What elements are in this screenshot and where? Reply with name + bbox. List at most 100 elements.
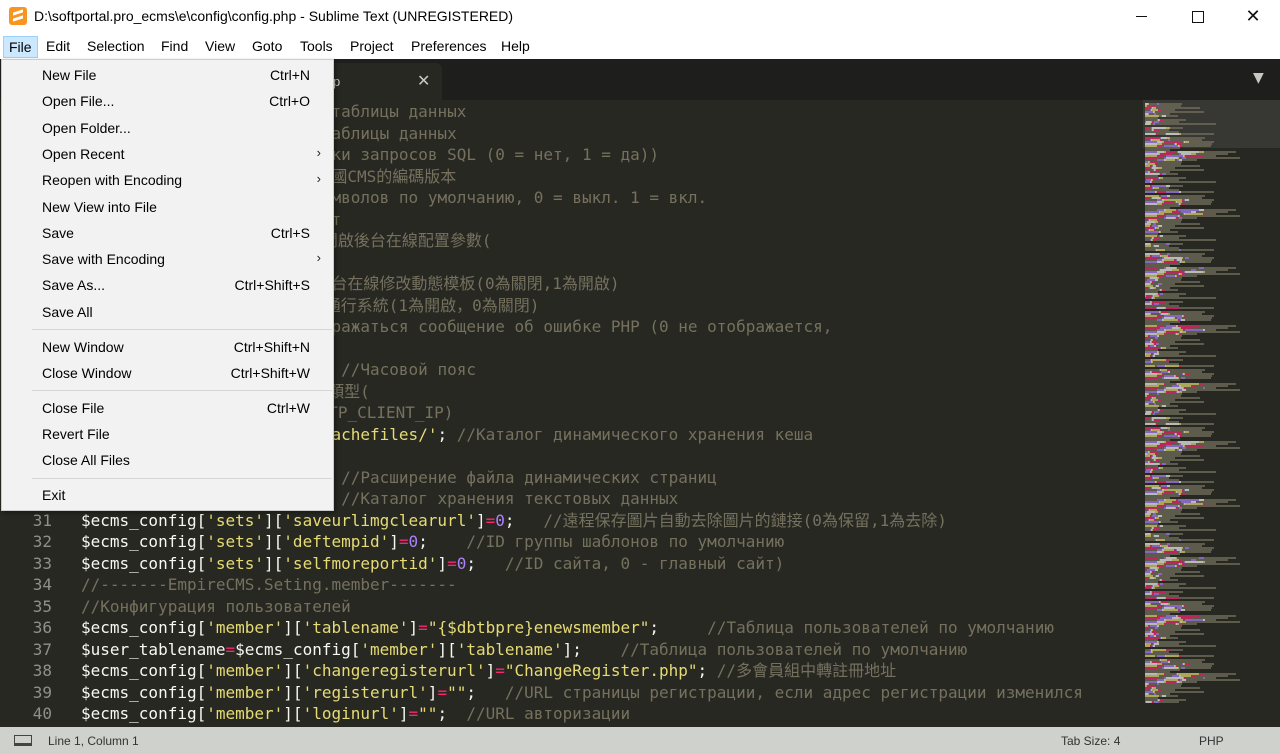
code-line[interactable]: 37 $user_tablename=$ecms_config['member']… <box>0 639 1143 660</box>
code-token: "" <box>447 682 467 702</box>
line-number: 36 <box>32 618 52 637</box>
code-token: $ecms_config[ <box>81 661 207 680</box>
minimap-stroke <box>1182 565 1197 567</box>
menu-view[interactable]: View <box>200 36 240 58</box>
line-number: 37 <box>32 639 52 659</box>
menu-item-label: Reopen with Encoding <box>42 172 183 189</box>
minimap-stroke <box>1166 115 1178 117</box>
code-line[interactable]: 40 $ecms_config['member']['loginurl']="";… <box>0 703 1143 724</box>
minimap-stroke <box>1155 471 1216 473</box>
minimap-stroke <box>1166 249 1179 251</box>
file-menu-item-new-window[interactable]: New Window Ctrl+Shift+N <box>2 334 333 360</box>
menu-separator <box>32 477 332 479</box>
minimap-stroke <box>1166 365 1179 367</box>
code-token: //-------EmpireCMS.Seting.member------- <box>81 575 457 594</box>
menu-selection[interactable]: Selection <box>82 36 150 58</box>
tab-close-icon[interactable]: ✕ <box>417 71 430 90</box>
tab-list-dropdown-icon[interactable]: ▼ <box>1253 70 1264 86</box>
minimize-button[interactable] <box>1118 0 1164 33</box>
menu-item-label: Open Recent <box>42 145 125 162</box>
menu-tools[interactable]: Tools <box>295 36 338 58</box>
minimap-stroke <box>1181 133 1214 135</box>
minimap-stroke <box>1166 405 1178 407</box>
code-token: $ecms_config[ <box>81 704 207 723</box>
minimap-stroke <box>1155 413 1216 415</box>
code-line[interactable]: 33 $ecms_config['sets']['selfmoreportid']… <box>0 553 1143 574</box>
minimap-stroke <box>1166 521 1178 523</box>
code-line[interactable]: 32 $ecms_config['sets']['deftempid']=0; /… <box>0 531 1143 552</box>
menu-file[interactable]: File <box>3 36 38 58</box>
menu-edit[interactable]: Edit <box>41 36 75 58</box>
cursor-position[interactable]: Line 1, Column 1 <box>48 734 139 748</box>
file-menu-item-new-view-into-file[interactable]: New View into File <box>2 194 333 220</box>
file-menu-item-close-window[interactable]: Close Window Ctrl+Shift+W <box>2 360 333 386</box>
minimap-stroke <box>1170 475 1183 477</box>
close-window-button[interactable]: ✕ <box>1230 0 1276 33</box>
menu-item-label: Save All <box>42 303 93 320</box>
minimap-stroke <box>1185 145 1211 147</box>
minimap-stroke <box>1181 655 1214 657</box>
minimap-stroke <box>1170 243 1183 245</box>
syntax-mode[interactable]: PHP <box>1199 734 1224 748</box>
minimap-stroke <box>1185 377 1211 379</box>
file-menu-item-save-as[interactable]: Save As... Ctrl+Shift+S <box>2 272 333 298</box>
minimap-stroke <box>1145 481 1155 483</box>
code-token: 'member' <box>206 661 284 680</box>
code-token: 0 <box>456 553 467 573</box>
minimap-stroke <box>1166 695 1178 697</box>
minimap-stroke <box>1166 637 1178 639</box>
minimap-stroke <box>1170 359 1183 361</box>
file-menu-item-open-file[interactable]: Open File... Ctrl+O <box>2 88 333 114</box>
code-line[interactable]: 38 $ecms_config['member']['changeregister… <box>0 660 1143 681</box>
code-token: = <box>437 682 448 702</box>
code-line[interactable]: 35 //Конфигурация пользователей <box>0 596 1143 617</box>
menu-goto[interactable]: Goto <box>247 36 287 58</box>
file-menu-item-save[interactable]: Save Ctrl+S <box>2 220 333 246</box>
code-line[interactable]: 34 //-------EmpireCMS.Seting.member------… <box>0 574 1143 595</box>
menu-help[interactable]: Help <box>496 36 535 58</box>
minimap-stroke <box>1157 597 1165 599</box>
code-line[interactable]: 36 $ecms_config['member']['tablename']="{… <box>0 617 1143 638</box>
minimap-stroke <box>1157 249 1165 251</box>
code-text: $ecms_config['member']['loginurl']=""; /… <box>81 703 630 724</box>
code-token: ; <box>437 424 457 444</box>
code-token: = <box>485 510 496 530</box>
code-token: 'changeregisterurl' <box>302 661 486 680</box>
tab-size[interactable]: Tab Size: 4 <box>1061 734 1120 748</box>
code-token: $ecms_config[ <box>81 682 207 702</box>
menu-item-label: Save with Encoding <box>42 251 165 268</box>
file-menu-dropdown: New File Ctrl+N Open File... Ctrl+O Open Fol… <box>1 59 334 511</box>
file-menu-item-open-folder[interactable]: Open Folder... <box>2 115 333 141</box>
code-token: ; <box>437 704 467 723</box>
file-menu-item-new-file[interactable]: New File Ctrl+N <box>2 62 333 88</box>
file-menu-item-exit[interactable]: Exit <box>2 482 333 508</box>
minimap[interactable] <box>1143 100 1280 727</box>
code-token: //多會員組中轉註冊地址 <box>716 661 897 680</box>
minimap-stroke <box>1145 539 1155 541</box>
maximize-button[interactable] <box>1175 0 1221 33</box>
file-menu-item-reopen-with-encoding[interactable]: Reopen with Encoding › <box>2 167 333 193</box>
file-menu-item-save-all[interactable]: Save All <box>2 299 333 325</box>
menu-separator <box>32 329 332 330</box>
code-line[interactable]: 31 $ecms_config['sets']['saveurlimgclearu… <box>0 510 1143 531</box>
minimap-stroke <box>1182 507 1197 509</box>
minimap-stroke <box>1185 609 1211 611</box>
menu-item-label: Open Folder... <box>42 119 131 136</box>
minimap-stroke <box>1166 307 1179 309</box>
file-menu-item-open-recent[interactable]: Open Recent › <box>2 141 333 167</box>
code-token: = <box>495 661 505 680</box>
line-number: 40 <box>32 704 52 723</box>
file-menu-item-revert-file[interactable]: Revert File <box>2 421 333 447</box>
menu-bar: File Edit Selection Find View Goto Tools… <box>0 33 1280 59</box>
code-line[interactable]: 39 $ecms_config['member']['registerurl']=… <box>0 682 1143 703</box>
minimap-stroke <box>1181 423 1214 425</box>
file-menu-item-save-with-encoding[interactable]: Save with Encoding › <box>2 246 333 272</box>
menu-find[interactable]: Find <box>156 36 193 58</box>
menu-preferences[interactable]: Preferences <box>406 36 491 58</box>
file-menu-item-close-file[interactable]: Close File Ctrl+W <box>2 395 333 421</box>
menu-project[interactable]: Project <box>345 36 399 58</box>
panel-toggle-icon[interactable] <box>14 735 32 746</box>
code-token: ; <box>418 532 467 551</box>
file-menu-item-close-all-files[interactable]: Close All Files <box>2 447 333 473</box>
code-token: 'sets' <box>206 553 265 573</box>
